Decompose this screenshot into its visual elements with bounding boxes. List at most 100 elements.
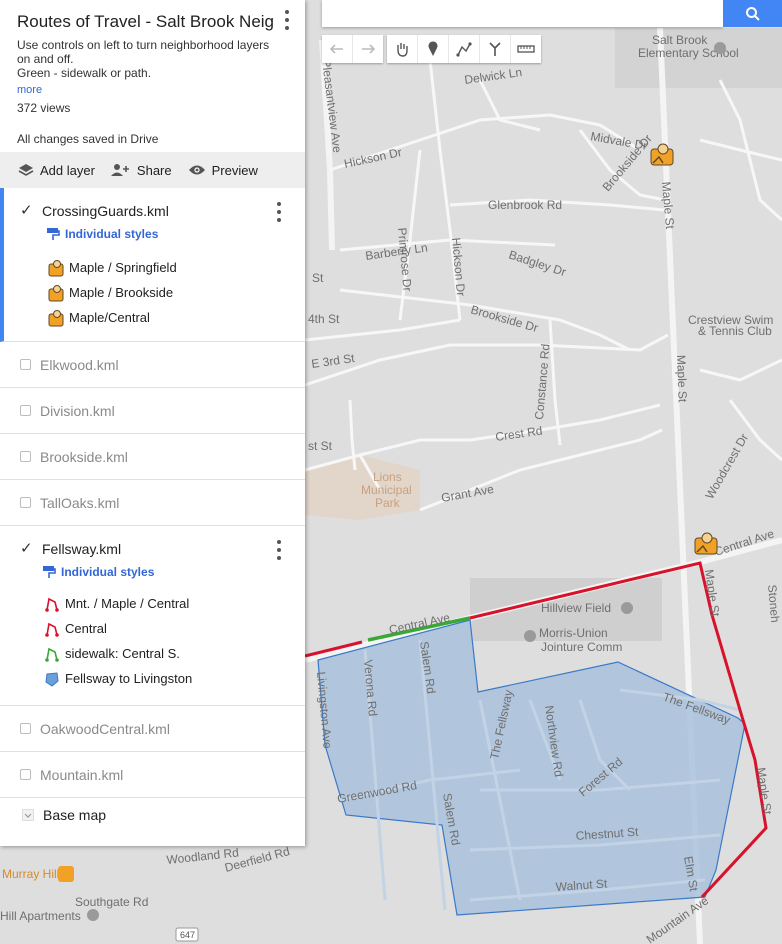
place-label: Hillview Field bbox=[541, 601, 611, 615]
layer-name[interactable]: CrossingGuards.kml bbox=[42, 203, 169, 219]
feature-label: Maple/Central bbox=[69, 310, 150, 325]
search-icon bbox=[745, 6, 760, 21]
layer-elkwood: Elkwood.kml bbox=[0, 342, 305, 388]
add-layer-button[interactable]: Add layer bbox=[18, 163, 95, 178]
feature-item[interactable]: Maple/Central bbox=[4, 305, 305, 330]
preview-label: Preview bbox=[211, 162, 258, 178]
layer-checkbox[interactable] bbox=[20, 451, 31, 462]
layer-name[interactable]: Division.kml bbox=[40, 403, 115, 419]
base-map-label: Base map bbox=[43, 806, 107, 823]
layer-name[interactable]: Mountain.kml bbox=[40, 767, 123, 783]
layer-name[interactable]: Brookside.kml bbox=[40, 449, 128, 465]
street-label: St bbox=[312, 271, 324, 285]
layer-header: ✓ CrossingGuards.kml bbox=[4, 188, 305, 233]
layer-checkbox[interactable] bbox=[20, 723, 31, 734]
directions-icon bbox=[489, 42, 501, 56]
feature-item[interactable]: Fellsway to Livingston bbox=[0, 666, 305, 691]
pan-tool-button[interactable] bbox=[387, 35, 418, 63]
feature-item[interactable]: sidewalk: Central S. bbox=[0, 641, 305, 666]
feature-item[interactable]: Maple / Brookside bbox=[4, 280, 305, 305]
map-toolbar bbox=[322, 35, 541, 63]
layer-name[interactable]: TallOaks.kml bbox=[40, 495, 119, 511]
marker-icon bbox=[428, 41, 438, 56]
layer-name[interactable]: OakwoodCentral.kml bbox=[40, 721, 170, 737]
map-search-input[interactable] bbox=[322, 0, 723, 27]
layer-brookside: Brookside.kml bbox=[0, 434, 305, 480]
layer-division: Division.kml bbox=[0, 388, 305, 434]
layer-fellsway: ✓ Fellsway.kml Individual styles Mnt. / … bbox=[0, 526, 305, 706]
hand-icon bbox=[397, 43, 408, 57]
map-title[interactable]: Routes of Travel - Salt Brook Neig... bbox=[17, 12, 275, 32]
share-label: Share bbox=[136, 162, 172, 178]
place-label: Hill Apartments bbox=[0, 909, 81, 923]
layer-checkbox[interactable] bbox=[20, 769, 31, 780]
undo-button[interactable] bbox=[322, 35, 353, 63]
layer-oakwoodcentral: OakwoodCentral.kml bbox=[0, 706, 305, 752]
street-label: Glenbrook Rd bbox=[488, 198, 562, 212]
feature-item[interactable]: Central bbox=[0, 616, 305, 641]
park-label-3: Park bbox=[375, 496, 401, 510]
layer-checkbox-checked[interactable]: ✓ bbox=[20, 203, 33, 218]
layer-name[interactable]: Elkwood.kml bbox=[40, 357, 119, 373]
train-station-icon bbox=[58, 866, 74, 882]
tools-group bbox=[387, 35, 541, 63]
layer-header: Elkwood.kml bbox=[0, 342, 305, 387]
park-label-2: Municipal bbox=[361, 483, 412, 497]
station-label: Murray Hill bbox=[2, 867, 59, 881]
layer-name[interactable]: Fellsway.kml bbox=[42, 541, 121, 557]
measure-button[interactable] bbox=[511, 35, 541, 63]
share-button[interactable]: Share bbox=[110, 162, 172, 178]
draw-line-icon bbox=[456, 42, 472, 57]
redo-icon bbox=[362, 44, 375, 54]
feature-item[interactable]: Mnt. / Maple / Central bbox=[0, 591, 305, 616]
park-label: Lions bbox=[373, 470, 402, 484]
school-label: Salt Brook bbox=[652, 33, 708, 47]
layer-checkbox[interactable] bbox=[20, 405, 31, 416]
crossing-guard-icon bbox=[46, 258, 66, 278]
layer-options-menu-icon[interactable] bbox=[273, 202, 285, 222]
layer-talloaks: TallOaks.kml bbox=[0, 480, 305, 526]
more-link[interactable]: more bbox=[17, 84, 42, 96]
feature-label: Maple / Brookside bbox=[69, 285, 174, 300]
add-marker-button[interactable] bbox=[418, 35, 449, 63]
layer-checkbox[interactable] bbox=[20, 497, 31, 508]
layer-header: Division.kml bbox=[0, 388, 305, 433]
feature-item[interactable]: Maple / Springfield bbox=[4, 255, 305, 280]
crossing-guard-icon bbox=[46, 283, 66, 303]
redo-button[interactable] bbox=[353, 35, 383, 63]
map-header: Routes of Travel - Salt Brook Neig... Us… bbox=[0, 0, 305, 152]
street-label: Maple St bbox=[674, 355, 690, 403]
map-description: Use controls on left to turn neighborhoo… bbox=[17, 38, 288, 80]
layer-mountain: Mountain.kml bbox=[0, 752, 305, 798]
search-button[interactable] bbox=[723, 0, 782, 27]
add-layer-label: Add layer bbox=[40, 162, 95, 178]
green-line-icon bbox=[42, 644, 62, 664]
school-icon bbox=[714, 42, 726, 54]
feature-label: Maple / Springfield bbox=[69, 260, 177, 275]
layer-actions-bar: Add layer Share Preview bbox=[0, 152, 305, 188]
map-options-menu-icon[interactable] bbox=[281, 10, 293, 30]
draw-line-button[interactable] bbox=[449, 35, 480, 63]
add-person-icon bbox=[110, 164, 129, 176]
red-line-icon bbox=[42, 594, 62, 614]
place-label-2: & Tennis Club bbox=[698, 324, 772, 338]
red-line-icon bbox=[42, 619, 62, 639]
view-count: 372 views bbox=[17, 101, 71, 115]
layer-checkbox-checked[interactable]: ✓ bbox=[20, 541, 33, 556]
layer-options-menu-icon[interactable] bbox=[273, 540, 285, 560]
layers-icon bbox=[18, 164, 34, 176]
layer-checkbox[interactable] bbox=[20, 359, 31, 370]
undo-redo-group bbox=[322, 35, 383, 63]
ruler-icon bbox=[517, 45, 535, 53]
street-label: Southgate Rd bbox=[75, 895, 148, 909]
base-map-toggle[interactable]: Base map bbox=[0, 798, 305, 831]
description-line: Green - sidewalk or path. bbox=[17, 66, 152, 80]
preview-button[interactable]: Preview bbox=[188, 163, 258, 178]
undo-icon bbox=[330, 44, 343, 54]
street-label: 4th St bbox=[308, 312, 340, 326]
directions-button[interactable] bbox=[480, 35, 511, 63]
layer-header: Mountain.kml bbox=[0, 752, 305, 797]
save-status: All changes saved in Drive bbox=[17, 132, 159, 146]
place-label-2: Jointure Comm bbox=[541, 640, 622, 654]
route-shield-text: 647 bbox=[180, 930, 195, 940]
